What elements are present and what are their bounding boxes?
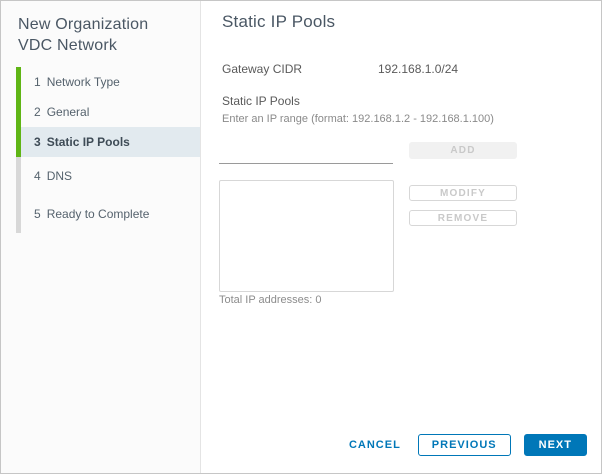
wizard-main-panel: Static IP Pools Gateway CIDR 192.168.1.0… [201, 1, 601, 473]
step-label: Ready to Complete [46, 207, 150, 222]
step-number: 2 [34, 105, 41, 120]
step-static-ip-pools[interactable]: 3 Static IP Pools [16, 127, 200, 158]
total-ip-addresses-text: Total IP addresses: 0 [219, 294, 322, 306]
static-ip-pools-section-label: Static IP Pools [222, 94, 300, 108]
next-button[interactable]: NEXT [523, 434, 587, 456]
wizard-sidebar: New Organization VDC Network 1 Network Ty… [1, 1, 201, 473]
step-label: Network Type [46, 75, 120, 90]
gateway-cidr-value: 192.168.1.0/24 [378, 62, 459, 76]
gateway-cidr-label: Gateway CIDR [222, 62, 303, 76]
step-number: 1 [34, 75, 41, 90]
step-label: Static IP Pools [46, 135, 130, 150]
wizard-title: New Organization VDC Network [18, 16, 149, 55]
add-button[interactable]: ADD [409, 142, 517, 159]
step-dns[interactable]: 4 DNS [16, 157, 200, 196]
step-network-type[interactable]: 1 Network Type [16, 67, 200, 98]
page-title: Static IP Pools [222, 12, 336, 31]
step-number: 4 [34, 169, 41, 184]
step-label: DNS [46, 169, 73, 184]
wizard-steps: 1 Network Type 2 General 3 Static IP Pools … [16, 67, 200, 234]
step-number: 3 [34, 135, 41, 150]
step-number: 5 [34, 207, 41, 222]
previous-button[interactable]: PREVIOUS [417, 434, 511, 456]
cancel-button[interactable]: CANCEL [345, 434, 405, 456]
step-general[interactable]: 2 General [16, 97, 200, 128]
ip-range-format-hint: Enter an IP range (format: 192.168.1.2 -… [222, 113, 494, 125]
ip-pool-listbox[interactable] [219, 180, 394, 292]
step-label: General [46, 105, 90, 120]
step-ready-to-complete[interactable]: 5 Ready to Complete [16, 195, 200, 234]
modify-button[interactable]: MODIFY [409, 185, 517, 201]
wizard-footer-actions: CANCEL PREVIOUS NEXT [345, 434, 587, 456]
new-org-vdc-network-wizard: New Organization VDC Network 1 Network Ty… [1, 1, 601, 473]
gateway-cidr-row: Gateway CIDR 192.168.1.0/24 [222, 62, 458, 76]
ip-range-input[interactable] [219, 147, 393, 164]
remove-button[interactable]: REMOVE [409, 210, 517, 226]
